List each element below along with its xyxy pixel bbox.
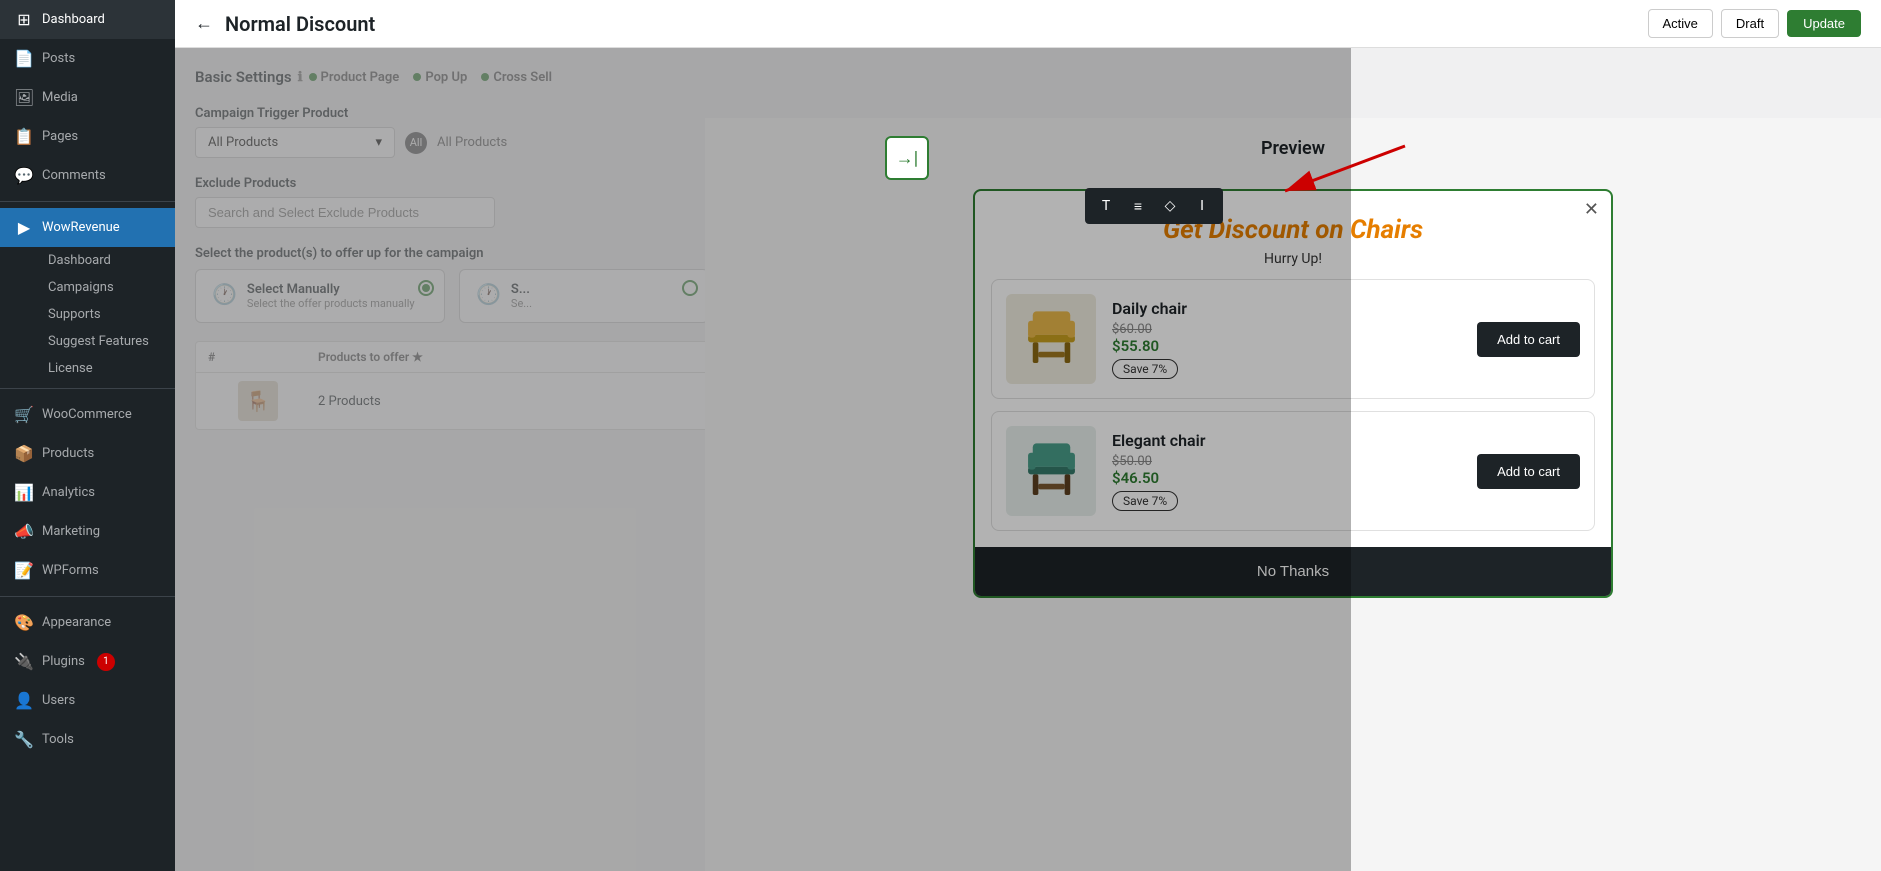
sidebar-divider-1 [0,201,175,202]
sidebar-item-analytics[interactable]: 📊 Analytics [0,473,175,512]
sidebar-item-label: Analytics [42,485,95,500]
sidebar-item-wpforms[interactable]: 📝 WPForms [0,551,175,590]
sidebar-item-suggest[interactable]: Suggest Features [34,328,175,355]
active-button[interactable]: Active [1648,9,1713,38]
sidebar-item-label: Media [42,90,78,105]
sidebar-item-marketing[interactable]: 📣 Marketing [0,512,175,551]
wowrevenue-submenu: Dashboard Campaigns Supports Suggest Fea… [0,247,175,382]
panel-toggle-button[interactable]: →| [885,136,929,180]
sidebar-divider-2 [0,388,175,389]
sidebar-item-label: Posts [42,51,75,66]
page-title: Normal Discount [225,12,1636,36]
add-to-cart-button-2[interactable]: Add to cart [1477,454,1580,489]
appearance-icon: 🎨 [14,613,34,632]
sidebar-item-campaigns[interactable]: Campaigns [34,274,175,301]
sidebar-item-dashboard-top[interactable]: ⊞ Dashboard [0,0,175,39]
sidebar-item-appearance[interactable]: 🎨 Appearance [0,603,175,642]
posts-icon: 📄 [14,49,34,68]
sidebar-item-label: Users [42,693,75,708]
users-icon: 👤 [14,691,34,710]
draft-button[interactable]: Draft [1721,9,1779,38]
comments-icon: 💬 [14,166,34,185]
add-to-cart-button-1[interactable]: Add to cart [1477,322,1580,357]
sidebar-item-wowrevenue[interactable]: ▶ WowRevenue [0,208,175,247]
media-icon: 🖼 [14,88,34,107]
sidebar-item-label: Plugins [42,654,85,669]
sidebar-item-comments[interactable]: 💬 Comments [0,156,175,195]
toolbar-diamond-button[interactable]: ◇ [1155,192,1185,220]
topbar-actions: Active Draft Update [1648,9,1862,38]
sidebar-item-label: Dashboard [42,12,105,27]
pages-icon: 📋 [14,127,34,146]
sidebar-item-label: Marketing [42,524,100,539]
sidebar: ⊞ Dashboard 📄 Posts 🖼 Media 📋 Pages 💬 Co… [0,0,175,871]
sidebar-item-posts[interactable]: 📄 Posts [0,39,175,78]
plugins-icon: 🔌 [14,652,34,671]
sidebar-item-label: Pages [42,129,78,144]
sidebar-item-label: WPForms [42,563,99,578]
sidebar-divider-3 [0,596,175,597]
sidebar-item-plugins[interactable]: 🔌 Plugins 1 [0,642,175,681]
sidebar-item-media[interactable]: 🖼 Media [0,78,175,117]
topbar: ← Normal Discount Active Draft Update [175,0,1881,48]
sidebar-item-label: Tools [42,732,74,747]
analytics-icon: 📊 [14,483,34,502]
sidebar-item-license[interactable]: License [34,355,175,382]
sidebar-item-users[interactable]: 👤 Users [0,681,175,720]
dashboard-icon: ⊞ [14,10,34,29]
plugins-badge: 1 [97,653,115,671]
wowrevenue-icon: ▶ [14,218,34,237]
main-content: ← Normal Discount Active Draft Update Ba… [175,0,1881,871]
back-button[interactable]: ← [195,13,213,34]
sidebar-item-label: Products [42,446,94,461]
left-overlay [175,48,1351,871]
wpforms-icon: 📝 [14,561,34,580]
woocommerce-icon: 🛒 [14,405,34,424]
sidebar-item-tools[interactable]: 🔧 Tools [0,720,175,759]
editor-toolbar: T ≡ ◇ I [1085,188,1223,224]
sidebar-item-label: Comments [42,168,106,183]
sidebar-item-dashboard-sub[interactable]: Dashboard [34,247,175,274]
marketing-icon: 📣 [14,522,34,541]
sidebar-item-products[interactable]: 📦 Products [0,434,175,473]
panel-toggle-icon: →| [896,148,918,169]
sidebar-item-label: WowRevenue [42,220,120,235]
toolbar-text-button[interactable]: T [1091,192,1121,220]
products-icon: 📦 [14,444,34,463]
close-button[interactable]: ✕ [1584,199,1599,220]
toolbar-align-button[interactable]: ≡ [1123,192,1153,220]
update-button[interactable]: Update [1787,10,1861,37]
tools-icon: 🔧 [14,730,34,749]
toolbar-italic-button[interactable]: I [1187,192,1217,220]
page-body: Basic Settings ℹ Product Page Pop Up Cro… [175,48,1881,871]
sidebar-item-supports[interactable]: Supports [34,301,175,328]
sidebar-item-woocommerce[interactable]: 🛒 WooCommerce [0,395,175,434]
sidebar-item-label: Appearance [42,615,111,630]
sidebar-item-pages[interactable]: 📋 Pages [0,117,175,156]
sidebar-item-label: WooCommerce [42,407,132,422]
